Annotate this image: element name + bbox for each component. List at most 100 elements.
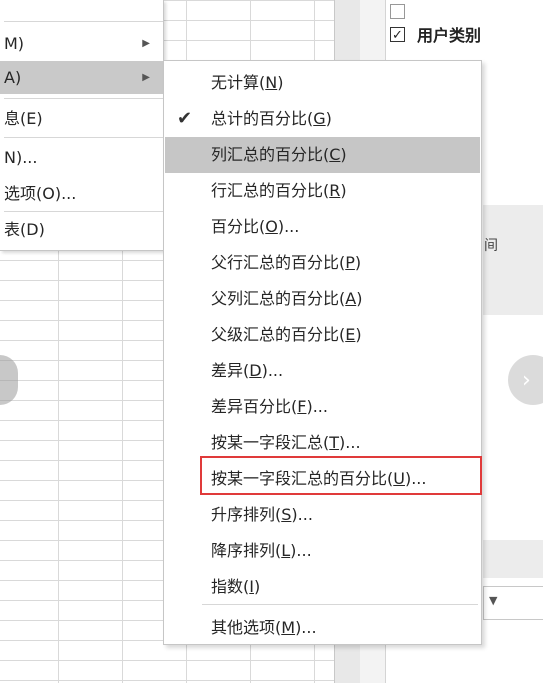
submenu-item[interactable]: 指数(I): [165, 569, 480, 605]
menu-separator: [4, 137, 163, 138]
label-text: )...: [339, 433, 361, 452]
access-key: A: [345, 289, 357, 308]
label-text: 差异百分比(: [211, 397, 298, 416]
label-text: )...: [291, 505, 313, 524]
label-text: 百分比(: [211, 217, 266, 236]
chevron-down-icon[interactable]: ▼: [489, 594, 497, 607]
menu-item-show-values-m[interactable]: M) ▶: [0, 27, 163, 60]
submenu-item[interactable]: 父级汇总的百分比(E): [165, 317, 480, 353]
menu-item-label: 息(E): [4, 109, 43, 128]
menu-item-table[interactable]: 表(D): [0, 213, 163, 246]
label-text: 指数(: [211, 577, 250, 596]
label-text: ): [354, 253, 362, 272]
highlight-box: [200, 456, 482, 495]
field-label: 用户类别: [417, 26, 482, 45]
label-text: 差异(: [211, 361, 250, 380]
access-key: C: [329, 145, 341, 164]
submenu-item[interactable]: 升序排列(S)...: [165, 497, 480, 533]
submenu-item-label: 升序排列(S)...: [211, 505, 313, 524]
label-text: ): [356, 289, 363, 308]
submenu-item-label: 差异(D)...: [211, 361, 283, 380]
submenu-item[interactable]: 差异百分比(F)...: [165, 389, 480, 425]
label-text: 无计算(: [211, 73, 266, 92]
submenu-arrow-icon: ▶: [142, 38, 150, 49]
field-row-partial: [390, 0, 405, 22]
label-text: ): [325, 109, 332, 128]
label-text: )...: [277, 217, 300, 236]
submenu-item[interactable]: 父行汇总的百分比(P): [165, 245, 480, 281]
access-key: S: [281, 505, 292, 524]
label-text: ): [340, 181, 347, 200]
drop-zone-label: 间: [484, 238, 498, 254]
submenu-item-label: 列汇总的百分比(C): [211, 145, 347, 164]
label-text: 行汇总的百分比(: [211, 181, 330, 200]
submenu-item-label: 行汇总的百分比(R): [211, 181, 347, 200]
submenu-item-label: 其他选项(M)...: [211, 618, 317, 637]
context-menu: M) ▶ A) ▶ 息(E) N)... 选项(O)... 表(D): [0, 0, 164, 251]
label-text: )...: [261, 361, 284, 380]
submenu-item-label: 父行汇总的百分比(P): [211, 253, 361, 272]
submenu-item[interactable]: 列汇总的百分比(C): [165, 137, 480, 173]
submenu-item-label: 百分比(O)...: [211, 217, 299, 236]
label-text: 总计的百分比(: [211, 109, 314, 128]
access-key: R: [329, 181, 341, 200]
menu-item-clipped: [0, 0, 163, 8]
submenu-item-label: 降序排列(L)...: [211, 541, 312, 560]
label-text: )...: [290, 541, 312, 560]
menu-item-info[interactable]: 息(E): [0, 102, 163, 135]
label-text: 父级汇总的百分比(: [211, 325, 346, 344]
checkmark-icon: ✔: [177, 108, 193, 129]
label-text: 其他选项(: [211, 618, 282, 637]
menu-item-label: A): [4, 68, 22, 87]
menu-item-show-values-as[interactable]: A) ▶: [0, 61, 163, 94]
submenu-item[interactable]: 其他选项(M)...: [165, 610, 480, 646]
drop-zone[interactable]: [483, 205, 543, 315]
access-key: E: [345, 325, 356, 344]
access-key: G: [313, 109, 326, 128]
menu-separator: [4, 98, 163, 99]
submenu-item[interactable]: 行汇总的百分比(R): [165, 173, 480, 209]
label-text: ): [340, 145, 347, 164]
submenu-item[interactable]: 差异(D)...: [165, 353, 480, 389]
checkbox[interactable]: [390, 3, 405, 19]
access-key: L: [281, 541, 291, 560]
submenu-arrow-icon: ▶: [142, 72, 150, 83]
label-text: 降序排列(: [211, 541, 282, 560]
access-key: T: [329, 433, 340, 452]
submenu-item-label: 无计算(N): [211, 73, 283, 92]
access-key: P: [345, 253, 355, 272]
access-key: D: [249, 361, 262, 380]
label-text: ): [253, 577, 261, 596]
menu-separator: [4, 21, 163, 22]
label-text: 父列汇总的百分比(: [211, 289, 346, 308]
chevron-right-icon: ›: [522, 367, 531, 393]
menu-item-n[interactable]: N)...: [0, 141, 163, 174]
label-text: 按某一字段汇总(: [211, 433, 330, 452]
submenu-item-label: 按某一字段汇总(T)...: [211, 433, 361, 452]
field-row-user-category[interactable]: ✓ 用户类别: [390, 23, 481, 45]
menu-item-label: 选项(O)...: [4, 184, 77, 203]
submenu-item-label: 总计的百分比(G): [211, 109, 332, 128]
submenu-item-label: 父列汇总的百分比(A): [211, 289, 362, 308]
label-text: 升序排列(: [211, 505, 282, 524]
drop-zone-header: [483, 540, 543, 578]
menu-item-label: M): [4, 34, 25, 53]
label-text: 父行汇总的百分比(: [211, 253, 346, 272]
label-text: 列汇总的百分比(: [211, 145, 330, 164]
menu-item-options[interactable]: 选项(O)...: [0, 177, 163, 210]
menu-separator: [202, 604, 478, 605]
label-text: )...: [295, 618, 317, 637]
checkbox-checked-icon[interactable]: ✓: [390, 26, 405, 43]
menu-item-label: 表(D): [4, 220, 45, 239]
submenu-item[interactable]: 百分比(O)...: [165, 209, 480, 245]
submenu-item[interactable]: 父列汇总的百分比(A): [165, 281, 480, 317]
access-key: N: [265, 73, 278, 92]
access-key: O: [265, 217, 278, 236]
submenu-item[interactable]: ✔ 总计的百分比(G): [165, 101, 480, 137]
submenu-item-label: 差异百分比(F)...: [211, 397, 328, 416]
submenu-item[interactable]: 无计算(N): [165, 65, 480, 101]
submenu-item-label: 父级汇总的百分比(E): [211, 325, 362, 344]
submenu-item[interactable]: 降序排列(L)...: [165, 533, 480, 569]
label-text: )...: [306, 397, 328, 416]
menu-item-label: N)...: [4, 148, 38, 167]
